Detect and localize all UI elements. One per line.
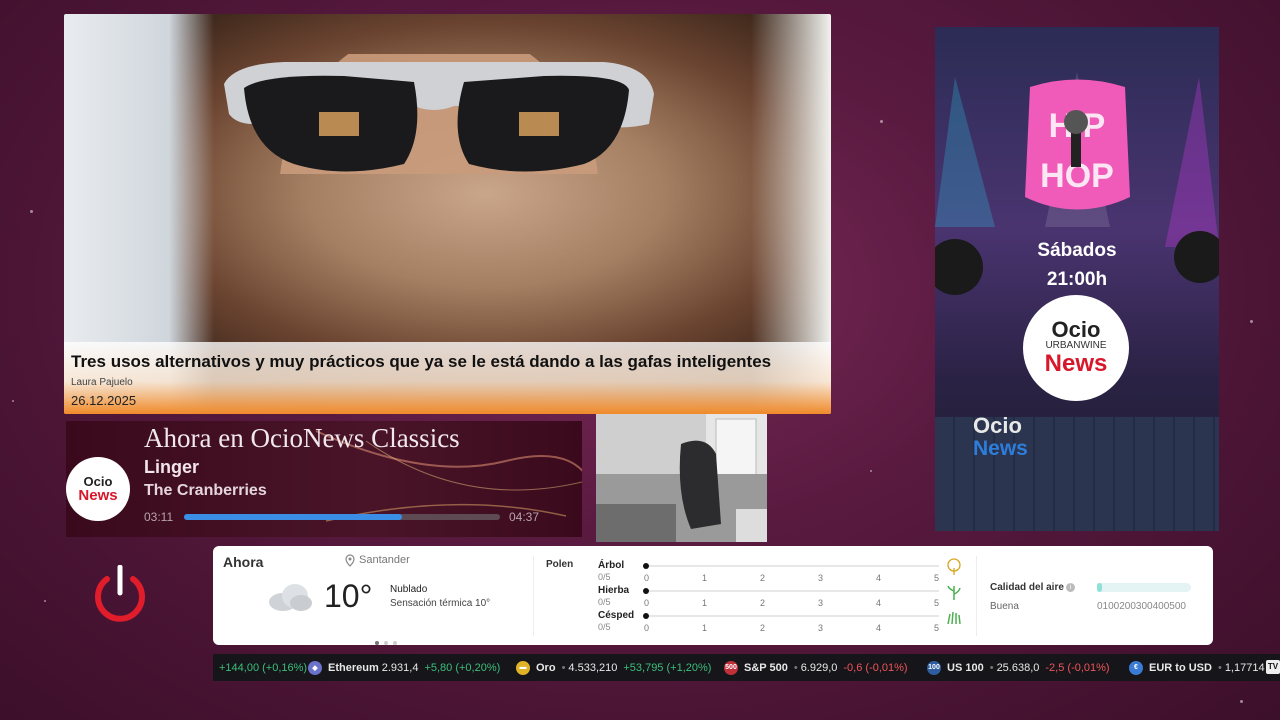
pollen-value: 0/5 (598, 597, 611, 607)
ticker-name: S&P 500 (744, 661, 788, 674)
carousel-dots[interactable] (375, 632, 402, 650)
eurusd-icon: € (1129, 660, 1143, 675)
ticker-change: +144,00 (+0,16%) (219, 661, 308, 674)
news-date: 26.12.2025 (71, 393, 137, 408)
news-title[interactable]: Tres usos alternativos y muy prácticos q… (71, 352, 771, 372)
sparkle (880, 120, 883, 123)
total-time: 04:37 (509, 510, 540, 524)
promo-circle-bottom: News (1044, 350, 1108, 377)
pollen-marker (643, 588, 649, 594)
market-ticker[interactable]: +144,00 (+0,16%) ◆ Ethereum 2.931,4 +5,8… (213, 654, 1280, 681)
tradingview-icon: TV (1266, 660, 1280, 674)
ethereum-icon: ◆ (308, 660, 322, 675)
promo-circle-top: Ocio (1051, 317, 1101, 342)
cloud-icon (269, 584, 312, 611)
promo-logo-top: Ocio (973, 413, 1022, 438)
promo-days: Sábados (1037, 240, 1117, 261)
air-quality-fill (1097, 583, 1102, 592)
news-card[interactable]: Tres usos alternativos y muy prácticos q… (64, 14, 831, 414)
ticker-price: 2.931,4 (381, 661, 419, 674)
ticker-change: -0,6 (-0,01%) (843, 661, 908, 674)
sparkle (44, 600, 46, 602)
ticker-item[interactable]: +144,00 (+0,16%) (219, 654, 307, 681)
ticker-name: EUR to USD (1149, 661, 1212, 674)
news-author: Laura Pajuelo (71, 377, 133, 388)
ocio-urbanwine-logo: Ocio URBANWINE News (1023, 295, 1129, 401)
power-icon[interactable] (93, 565, 147, 625)
promo-hour: 21:00h (1046, 269, 1108, 290)
elapsed-time: 03:11 (144, 510, 174, 524)
progress-bar (184, 514, 500, 520)
promo-logo-bottom: News (973, 437, 1028, 460)
weather-condition: Nublado (390, 584, 428, 595)
pollen-name: Árbol (598, 560, 625, 571)
ticker-name: Ethereum (328, 661, 379, 674)
now-playing-heading: Ahora en OcioNews Classics (144, 423, 460, 453)
pollen-row-grass: Hierba 0/5 012345 (598, 585, 961, 608)
lawn-icon (947, 611, 961, 625)
sparkle (870, 470, 872, 472)
ocionews-classics-logo: Ocio News (66, 457, 130, 521)
ticker-name: Oro (536, 661, 556, 674)
ticker-price: 25.638,0 (996, 661, 1040, 674)
webcam-image (596, 414, 767, 542)
sparkle (30, 210, 33, 213)
ticker-item[interactable]: ▬ Oro • 4.533,210 +53,795 (+1,20%) (516, 654, 711, 681)
ticker-item[interactable]: 500 S&P 500 • 6.929,0 -0,6 (-0,01%) (724, 654, 908, 681)
tree-icon (947, 558, 961, 575)
air-quality-bar (1097, 583, 1191, 592)
ticker-item[interactable]: ◆ Ethereum 2.931,4 +5,80 (+0,20%) (308, 654, 500, 681)
pollen-row-tree: Árbol 0/5 012345 (598, 558, 961, 583)
location-pin-icon (345, 554, 355, 567)
sparkle (1250, 320, 1253, 323)
smart-glasses-image (224, 54, 654, 174)
hiphop-promo-banner[interactable]: HIP HOP Sábados 21:00h Ocio URBANWINE Ne… (935, 27, 1219, 531)
pollen-name: Hierba (598, 585, 630, 596)
us100-icon: 100 (927, 660, 941, 675)
grass-icon (947, 585, 961, 600)
pollen-marker (643, 613, 649, 619)
now-playing-widget: Ocio News Ahora en OcioNews Classics Lin… (66, 421, 582, 537)
weather-feels-like: Sensación térmica 10° (390, 598, 491, 609)
song-artist: The Cranberries (144, 482, 267, 499)
weather-temperature: 10° (324, 578, 373, 614)
ticker-name: US 100 (947, 661, 984, 674)
progress-fill (184, 514, 403, 520)
sp500-icon: 500 (724, 660, 738, 675)
pollen-label: Polen (546, 559, 574, 570)
ocionews-logo: Ocio News (973, 415, 1028, 461)
pollen-row-lawn: Césped 0/5 012345 (598, 610, 961, 633)
weather-now-label: Ahora (223, 554, 264, 570)
np-logo-top: Ocio (83, 473, 113, 489)
gold-icon: ▬ (516, 660, 530, 675)
sparkle (12, 400, 14, 402)
ticker-price: 1,17714 (1224, 661, 1265, 674)
ticker-change: -2,5 (-0,01%) (1045, 661, 1110, 674)
ticker-change: +53,795 (+1,20%) (623, 661, 712, 674)
pollen-marker (643, 563, 649, 569)
song-title: Linger (144, 457, 200, 477)
np-logo-bottom: News (78, 486, 118, 504)
sparkle (1240, 700, 1243, 703)
ticker-item[interactable]: € EUR to USD • 1,17714 (1129, 654, 1271, 681)
ticker-price: 6.929,0 (800, 661, 838, 674)
info-icon[interactable]: i (1066, 583, 1075, 592)
weather-location[interactable]: Santander (359, 554, 410, 566)
air-quality-scale: 0100200300400500 (1097, 601, 1186, 612)
air-quality-state: Buena (990, 601, 1019, 612)
pollen-name: Césped (598, 610, 635, 621)
pollen-value: 0/5 (598, 572, 611, 582)
weather-widget: Ahora Santander 10° Nublado Sensación té… (213, 546, 1213, 645)
ticker-price: 4.533,210 (568, 661, 618, 674)
ticker-change: +5,80 (+0,20%) (424, 661, 501, 674)
air-quality-label: Calidad del aire (990, 582, 1064, 593)
webcam-feed (596, 414, 767, 542)
pollen-value: 0/5 (598, 622, 611, 632)
ticker-item[interactable]: 100 US 100 • 25.638,0 -2,5 (-0,01%) (927, 654, 1110, 681)
